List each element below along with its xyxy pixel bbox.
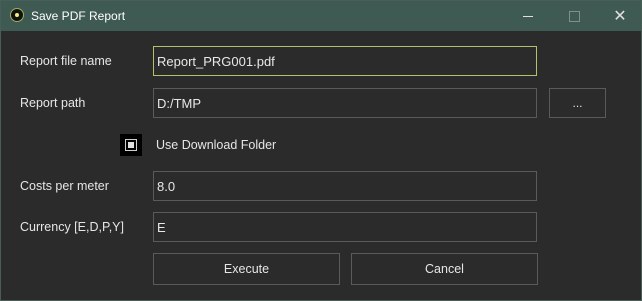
report-path-label: Report path [20, 96, 86, 110]
costs-per-meter-label: Costs per meter [20, 179, 109, 193]
app-icon [10, 8, 24, 22]
title-bar[interactable]: Save PDF Report ✕ [1, 1, 641, 31]
use-download-folder-label[interactable]: Use Download Folder [156, 138, 276, 152]
maximize-icon [568, 10, 580, 22]
checkbox-checked-icon [125, 139, 137, 151]
report-file-name-input[interactable] [153, 46, 537, 76]
window-title: Save PDF Report [31, 9, 126, 23]
minimize-button[interactable] [505, 1, 551, 31]
use-download-folder-checkbox[interactable] [120, 134, 142, 156]
currency-label: Currency [E,D,P,Y] [20, 220, 124, 234]
close-button[interactable]: ✕ [597, 1, 642, 31]
report-file-name-label: Report file name [20, 54, 112, 68]
costs-per-meter-input[interactable] [153, 171, 537, 201]
save-pdf-report-dialog: Save PDF Report ✕ Report file name Repor… [0, 0, 642, 301]
close-icon: ✕ [613, 8, 627, 25]
minimize-icon [523, 15, 533, 17]
maximize-button[interactable] [551, 1, 597, 31]
report-path-input[interactable] [153, 88, 537, 118]
cancel-button[interactable]: Cancel [351, 253, 538, 285]
execute-button[interactable]: Execute [153, 253, 340, 285]
currency-input[interactable] [153, 212, 537, 242]
browse-button[interactable]: ... [549, 88, 606, 118]
